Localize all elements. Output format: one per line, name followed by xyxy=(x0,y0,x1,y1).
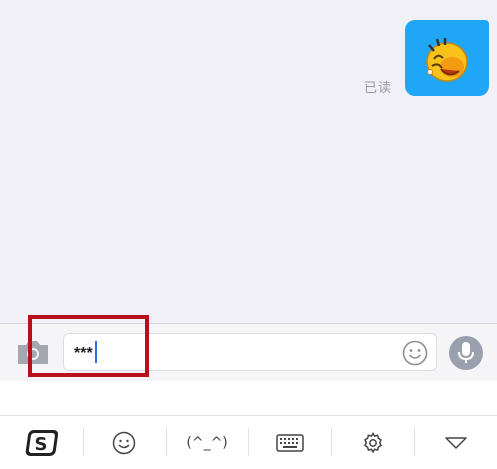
camera-button[interactable] xyxy=(15,338,51,366)
message-input[interactable]: *** xyxy=(63,333,437,371)
read-status-label: 已读 xyxy=(364,80,393,95)
message-input-bar: *** xyxy=(0,324,497,381)
keyboard-toolbar: S (^_^) xyxy=(0,415,497,469)
sogou-s-logo-icon: S xyxy=(26,429,59,456)
sogou-logo-button[interactable]: S xyxy=(0,416,83,469)
settings-button[interactable] xyxy=(331,416,414,469)
keyboard-button[interactable] xyxy=(248,416,331,469)
sent-message-bubble[interactable] xyxy=(405,20,489,96)
chat-screen: 已读 *** S (^_^) xyxy=(0,0,497,469)
message-input-value: *** xyxy=(74,341,97,365)
smiley-icon xyxy=(112,431,136,454)
text-caret xyxy=(94,341,97,363)
kaomoji-button[interactable]: (^_^) xyxy=(165,416,249,469)
emoji-button[interactable] xyxy=(402,340,428,366)
message-list[interactable]: 已读 xyxy=(0,0,497,323)
kaomoji-label: (^_^) xyxy=(186,434,228,451)
microphone-icon xyxy=(458,342,474,363)
smiley-icon xyxy=(402,340,428,366)
triangle-down-icon xyxy=(444,436,467,449)
emoji-button[interactable] xyxy=(82,416,166,469)
keyboard-icon xyxy=(276,433,304,452)
svg-text:S: S xyxy=(35,434,48,455)
gear-icon xyxy=(363,431,382,453)
laughing-face-sticker-icon xyxy=(426,38,468,82)
camera-icon xyxy=(18,341,48,364)
collapse-keyboard-button[interactable] xyxy=(414,416,497,469)
voice-button[interactable] xyxy=(449,336,483,370)
keyboard-top-area xyxy=(0,381,497,415)
